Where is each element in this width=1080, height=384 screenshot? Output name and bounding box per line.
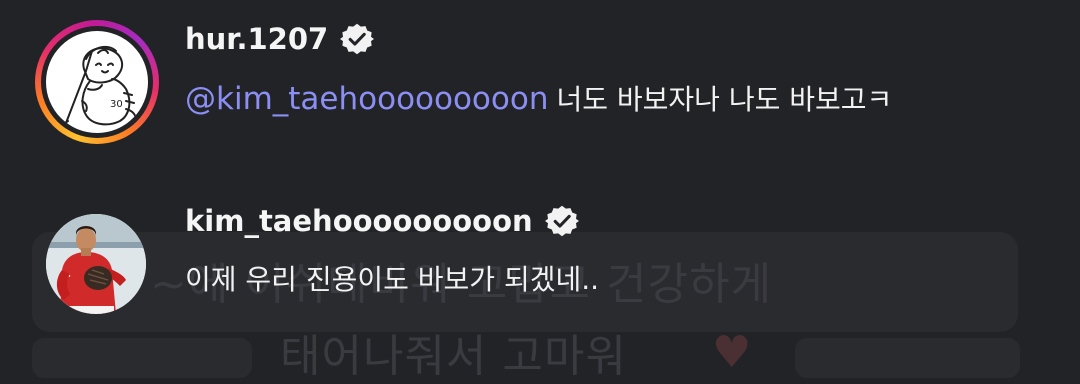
background-chip-right [795,338,1020,378]
username-text[interactable]: hur.1207 [185,22,328,56]
comment-text: 이제 우리 진용이도 바보가 되겠네.. [185,263,600,296]
background-text-line-2: 태어나줘서 고마워 [280,331,627,382]
comment-body: @kim_taehooooooooon 너도 바보자나 나도 바보고ㅋ [185,78,892,118]
story-ring[interactable]: 30 [35,20,159,144]
cartoon-otter-baseball-icon: 30 [61,45,137,126]
avatar[interactable] [46,214,146,314]
baseball-player-photo [46,214,146,314]
heart-icon: ♥ [712,327,752,378]
background-chip-left [32,338,252,378]
svg-text:30: 30 [110,99,123,110]
username[interactable]: kim_taehooooooooon [185,204,579,238]
mention-link[interactable]: @kim_taehooooooooon [185,81,548,117]
username[interactable]: hur.1207 [185,22,375,56]
verified-badge-icon [340,23,375,55]
comment-text: 너도 바보자나 나도 바보고ㅋ [556,83,893,116]
verified-badge-icon [544,205,579,237]
username-text[interactable]: kim_taehooooooooon [185,204,533,238]
comment-body: 이제 우리 진용이도 바보가 되겠네.. [185,258,599,298]
avatar[interactable]: 30 [46,31,148,133]
